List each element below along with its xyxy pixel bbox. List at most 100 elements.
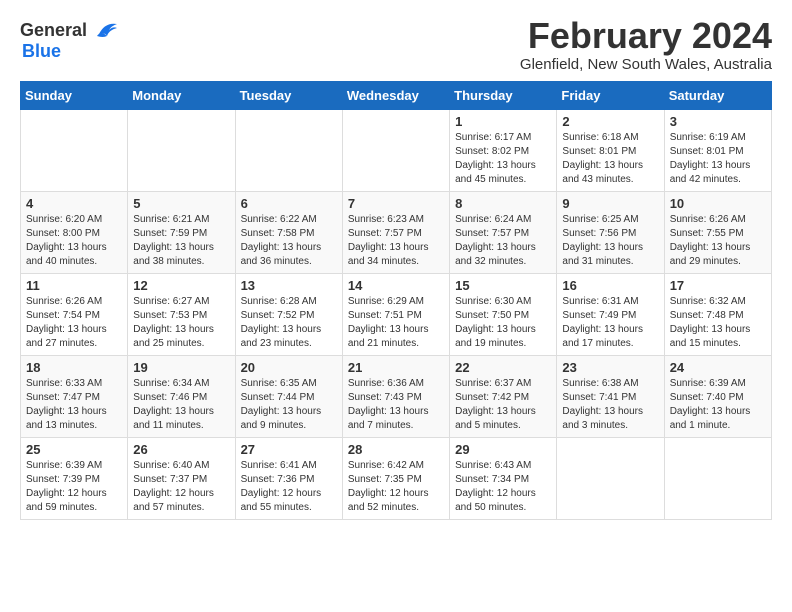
day-info: Sunrise: 6:20 AM Sunset: 8:00 PM Dayligh… <box>26 213 122 269</box>
calendar-cell: 16 Sunrise: 6:31 AM Sunset: 7:49 PM Dayli… <box>557 273 664 355</box>
calendar-cell: 5Sunrise: 6:21 AM Sunset: 7:59 PM Daylig… <box>128 191 235 273</box>
day-number: 27 <box>241 442 337 457</box>
calendar-cell <box>342 109 449 191</box>
day-info: Sunrise: 6:41 AM Sunset: 7:36 PM Dayligh… <box>241 459 337 515</box>
day-info: Sunrise: 6:43 AM Sunset: 7:34 PM Dayligh… <box>455 459 551 515</box>
day-info: Sunrise: 6:32 AM Sunset: 7:48 PM Dayligh… <box>670 295 766 351</box>
day-number: 6 <box>241 196 337 211</box>
calendar-cell: 6Sunrise: 6:22 AM Sunset: 7:58 PM Daylig… <box>235 191 342 273</box>
calendar-cell <box>21 109 128 191</box>
day-info: Sunrise: 6:39 AM Sunset: 7:40 PM Dayligh… <box>670 377 766 433</box>
day-info: Sunrise: 6:40 AM Sunset: 7:37 PM Dayligh… <box>133 459 229 515</box>
calendar-cell: 2 Sunrise: 6:18 AM Sunset: 8:01 PM Daylig… <box>557 109 664 191</box>
day-number: 15 <box>455 278 551 293</box>
calendar-cell: 12 Sunrise: 6:27 AM Sunset: 7:53 PM Dayli… <box>128 273 235 355</box>
logo-bird-icon <box>91 16 119 44</box>
day-number: 4 <box>26 196 122 211</box>
day-number: 22 <box>455 360 551 375</box>
calendar-cell <box>557 437 664 519</box>
day-number: 7 <box>348 196 444 211</box>
calendar-week-row: 18 Sunrise: 6:33 AM Sunset: 7:47 PM Dayli… <box>21 355 772 437</box>
calendar-cell: 15 Sunrise: 6:30 AM Sunset: 7:50 PM Dayli… <box>450 273 557 355</box>
title-block: February 2024 Glenfield, New South Wales… <box>520 16 772 73</box>
day-number: 28 <box>348 442 444 457</box>
day-info: Sunrise: 6:42 AM Sunset: 7:35 PM Dayligh… <box>348 459 444 515</box>
calendar-cell: 22 Sunrise: 6:37 AM Sunset: 7:42 PM Dayli… <box>450 355 557 437</box>
page-subtitle: Glenfield, New South Wales, Australia <box>520 56 772 73</box>
day-info: Sunrise: 6:17 AM Sunset: 8:02 PM Dayligh… <box>455 131 551 187</box>
calendar-cell <box>664 437 771 519</box>
day-info: Sunrise: 6:30 AM Sunset: 7:50 PM Dayligh… <box>455 295 551 351</box>
calendar-cell: 25 Sunrise: 6:39 AM Sunset: 7:39 PM Dayli… <box>21 437 128 519</box>
day-info: Sunrise: 6:19 AM Sunset: 8:01 PM Dayligh… <box>670 131 766 187</box>
calendar-header-saturday: Saturday <box>664 81 771 109</box>
day-number: 20 <box>241 360 337 375</box>
calendar-header-wednesday: Wednesday <box>342 81 449 109</box>
calendar-week-row: 4 Sunrise: 6:20 AM Sunset: 8:00 PM Daylig… <box>21 191 772 273</box>
day-number: 21 <box>348 360 444 375</box>
day-info: Sunrise: 6:33 AM Sunset: 7:47 PM Dayligh… <box>26 377 122 433</box>
calendar-header-tuesday: Tuesday <box>235 81 342 109</box>
calendar-week-row: 11Sunrise: 6:26 AM Sunset: 7:54 PM Dayli… <box>21 273 772 355</box>
calendar-cell: 21 Sunrise: 6:36 AM Sunset: 7:43 PM Dayli… <box>342 355 449 437</box>
day-number: 9 <box>562 196 658 211</box>
day-number: 14 <box>348 278 444 293</box>
day-info: Sunrise: 6:39 AM Sunset: 7:39 PM Dayligh… <box>26 459 122 515</box>
calendar-cell: 23 Sunrise: 6:38 AM Sunset: 7:41 PM Dayli… <box>557 355 664 437</box>
calendar-cell <box>235 109 342 191</box>
logo: General Blue <box>20 16 119 60</box>
day-number: 18 <box>26 360 122 375</box>
day-info: Sunrise: 6:31 AM Sunset: 7:49 PM Dayligh… <box>562 295 658 351</box>
calendar-cell: 26 Sunrise: 6:40 AM Sunset: 7:37 PM Dayli… <box>128 437 235 519</box>
day-number: 25 <box>26 442 122 457</box>
calendar-cell: 27 Sunrise: 6:41 AM Sunset: 7:36 PM Dayli… <box>235 437 342 519</box>
calendar-cell: 7 Sunrise: 6:23 AM Sunset: 7:57 PM Daylig… <box>342 191 449 273</box>
day-number: 29 <box>455 442 551 457</box>
calendar-cell: 18 Sunrise: 6:33 AM Sunset: 7:47 PM Dayli… <box>21 355 128 437</box>
page-title: February 2024 <box>520 16 772 56</box>
day-number: 23 <box>562 360 658 375</box>
day-number: 16 <box>562 278 658 293</box>
day-number: 10 <box>670 196 766 211</box>
day-info: Sunrise: 6:29 AM Sunset: 7:51 PM Dayligh… <box>348 295 444 351</box>
calendar-cell: 4 Sunrise: 6:20 AM Sunset: 8:00 PM Daylig… <box>21 191 128 273</box>
day-number: 26 <box>133 442 229 457</box>
day-info: Sunrise: 6:18 AM Sunset: 8:01 PM Dayligh… <box>562 131 658 187</box>
calendar-cell: 13 Sunrise: 6:28 AM Sunset: 7:52 PM Dayli… <box>235 273 342 355</box>
logo-blue-text: Blue <box>20 42 61 60</box>
calendar-cell: 3Sunrise: 6:19 AM Sunset: 8:01 PM Daylig… <box>664 109 771 191</box>
day-number: 19 <box>133 360 229 375</box>
calendar-cell: 19 Sunrise: 6:34 AM Sunset: 7:46 PM Dayli… <box>128 355 235 437</box>
day-info: Sunrise: 6:28 AM Sunset: 7:52 PM Dayligh… <box>241 295 337 351</box>
calendar-cell: 9Sunrise: 6:25 AM Sunset: 7:56 PM Daylig… <box>557 191 664 273</box>
calendar-header-row: SundayMondayTuesdayWednesdayThursdayFrid… <box>21 81 772 109</box>
day-number: 24 <box>670 360 766 375</box>
day-number: 1 <box>455 114 551 129</box>
calendar-cell: 1 Sunrise: 6:17 AM Sunset: 8:02 PM Daylig… <box>450 109 557 191</box>
day-info: Sunrise: 6:24 AM Sunset: 7:57 PM Dayligh… <box>455 213 551 269</box>
day-info: Sunrise: 6:37 AM Sunset: 7:42 PM Dayligh… <box>455 377 551 433</box>
logo-general-text: General <box>20 21 87 39</box>
day-info: Sunrise: 6:35 AM Sunset: 7:44 PM Dayligh… <box>241 377 337 433</box>
calendar-cell: 28 Sunrise: 6:42 AM Sunset: 7:35 PM Dayli… <box>342 437 449 519</box>
day-info: Sunrise: 6:34 AM Sunset: 7:46 PM Dayligh… <box>133 377 229 433</box>
day-info: Sunrise: 6:23 AM Sunset: 7:57 PM Dayligh… <box>348 213 444 269</box>
calendar-week-row: 1 Sunrise: 6:17 AM Sunset: 8:02 PM Daylig… <box>21 109 772 191</box>
day-info: Sunrise: 6:21 AM Sunset: 7:59 PM Dayligh… <box>133 213 229 269</box>
day-info: Sunrise: 6:38 AM Sunset: 7:41 PM Dayligh… <box>562 377 658 433</box>
calendar-cell: 20 Sunrise: 6:35 AM Sunset: 7:44 PM Dayli… <box>235 355 342 437</box>
calendar-cell: 14 Sunrise: 6:29 AM Sunset: 7:51 PM Dayli… <box>342 273 449 355</box>
calendar-cell <box>128 109 235 191</box>
day-number: 13 <box>241 278 337 293</box>
day-number: 17 <box>670 278 766 293</box>
day-info: Sunrise: 6:27 AM Sunset: 7:53 PM Dayligh… <box>133 295 229 351</box>
day-number: 2 <box>562 114 658 129</box>
calendar-week-row: 25 Sunrise: 6:39 AM Sunset: 7:39 PM Dayli… <box>21 437 772 519</box>
calendar-header-friday: Friday <box>557 81 664 109</box>
calendar-header-thursday: Thursday <box>450 81 557 109</box>
day-info: Sunrise: 6:36 AM Sunset: 7:43 PM Dayligh… <box>348 377 444 433</box>
day-info: Sunrise: 6:26 AM Sunset: 7:54 PM Dayligh… <box>26 295 122 351</box>
calendar-cell: 8Sunrise: 6:24 AM Sunset: 7:57 PM Daylig… <box>450 191 557 273</box>
day-number: 12 <box>133 278 229 293</box>
day-info: Sunrise: 6:26 AM Sunset: 7:55 PM Dayligh… <box>670 213 766 269</box>
